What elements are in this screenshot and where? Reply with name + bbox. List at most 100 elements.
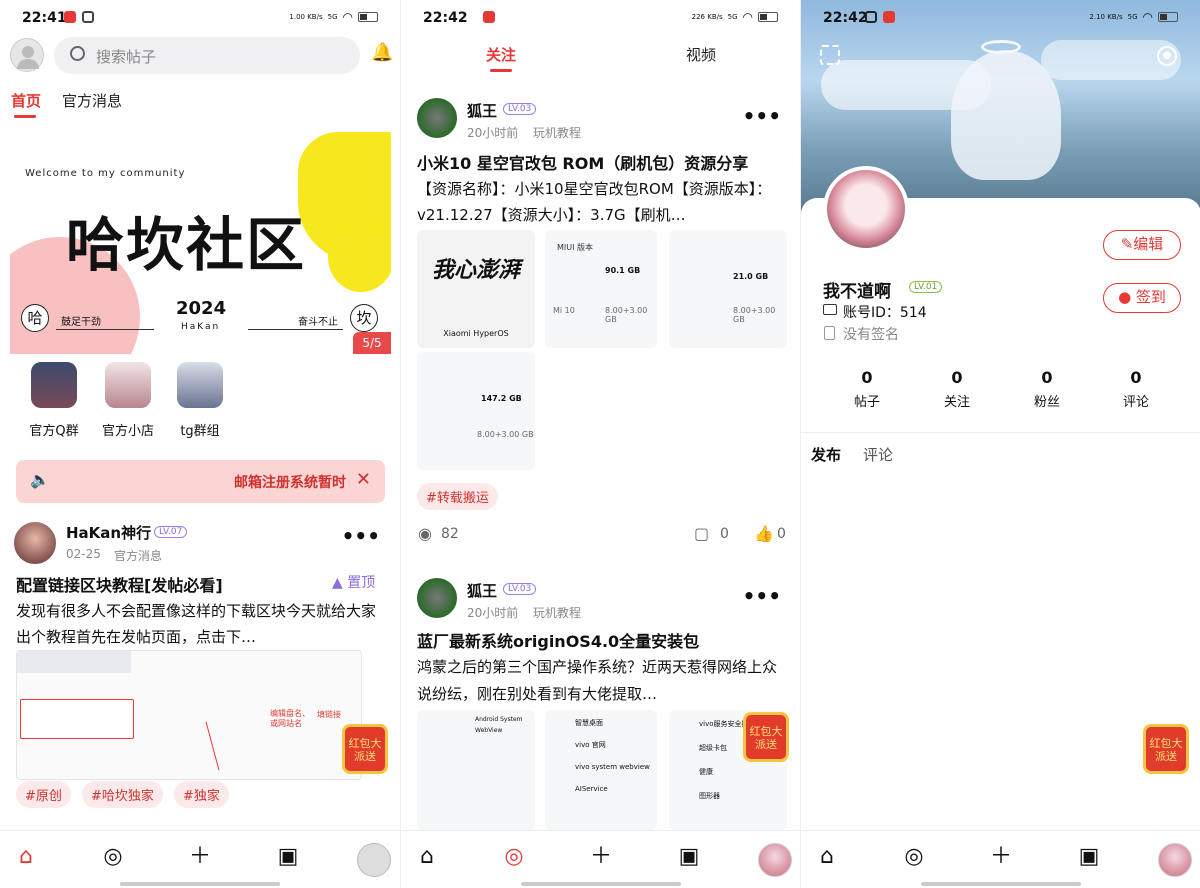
stat-fans[interactable]: 0 粉丝 xyxy=(1017,368,1077,410)
profile-avatar[interactable] xyxy=(823,166,909,252)
tab-official-news[interactable]: 官方消息 xyxy=(62,90,122,111)
tab-video[interactable]: 视频 xyxy=(686,44,716,65)
post-card[interactable]: 狐王 LV.03 20小时前 玩机教程 ••• 蓝厂最新系统originOS4.… xyxy=(401,572,800,830)
tab-comments[interactable]: 评论 xyxy=(863,444,893,465)
level-badge: LV.01 xyxy=(909,281,943,293)
more-icon[interactable]: ••• xyxy=(743,104,781,128)
post-title: 小米10 星空官改包 ROM（刷机包）资源分享 xyxy=(417,154,749,173)
bell-icon[interactable]: 🔔 xyxy=(371,42,393,63)
profile-tab-avatar[interactable] xyxy=(758,843,792,877)
user-avatar[interactable] xyxy=(10,38,44,72)
profile-tab-avatar[interactable] xyxy=(1158,843,1192,877)
username: 我不道啊 xyxy=(823,282,891,302)
search-icon xyxy=(70,46,85,61)
battery-icon xyxy=(758,12,778,22)
redpack-float[interactable]: 红包大派送 xyxy=(342,724,388,774)
discover-icon[interactable]: ◎ xyxy=(502,845,526,869)
banner-welcome: Welcome to my community xyxy=(25,168,186,179)
status-right: 226 KB/s 5G ◠ xyxy=(692,10,778,24)
author-name[interactable]: HaKan神行 xyxy=(66,522,151,543)
tag[interactable]: #转载搬运 xyxy=(417,483,498,510)
shortcut-qq-group[interactable]: 官方Q群 xyxy=(22,362,86,439)
more-icon[interactable]: ••• xyxy=(743,584,781,608)
wifi-icon: ◠ xyxy=(742,10,753,24)
discover-icon[interactable]: ◎ xyxy=(101,845,125,869)
image-thumb: 147.2 GB 8.00+3.00 GB xyxy=(417,352,535,470)
scan-icon[interactable] xyxy=(820,45,840,65)
post-card[interactable]: HaKan神行 LV.07 02-25 官方消息 ••• 配置链接区块教程[发帖… xyxy=(0,512,400,822)
status-bar: 22:41 1.00 KB/s 5G ◠ xyxy=(0,0,400,36)
comment-icon[interactable]: ▢ xyxy=(694,524,709,543)
bottom-tab-bar: ⌂ ◎ ＋ ▣ xyxy=(401,830,800,888)
redpack-float[interactable]: 红包大派送 xyxy=(743,712,789,762)
tab-published[interactable]: 发布 xyxy=(811,444,841,465)
checkin-button[interactable]: ● 签到 xyxy=(1103,283,1181,313)
gesture-handle xyxy=(521,882,681,886)
profile-tab-avatar[interactable] xyxy=(357,843,391,877)
views-icon: ◉ xyxy=(418,524,432,543)
stat-following[interactable]: 0 关注 xyxy=(927,368,987,410)
like-icon[interactable]: 👍 xyxy=(754,524,774,543)
author-avatar[interactable] xyxy=(415,96,459,140)
tag[interactable]: #独家 xyxy=(174,781,229,808)
add-icon[interactable]: ＋ xyxy=(989,845,1013,869)
settings-icon[interactable]: ● xyxy=(1157,46,1177,66)
add-icon[interactable]: ＋ xyxy=(188,845,212,869)
post-image-grid[interactable]: 我心澎湃 Xiaomi HyperOS MIUI 版本 90.1 GB 8.00… xyxy=(417,230,787,470)
app-list-item: AIService xyxy=(575,785,608,793)
shortcut-icon xyxy=(105,362,151,408)
stat-posts[interactable]: 0 帖子 xyxy=(837,368,897,410)
shortcut-tg-group[interactable]: tg群组 xyxy=(168,362,232,439)
home-icon[interactable]: ⌂ xyxy=(14,845,38,869)
net-type: 5G xyxy=(327,13,338,21)
stat-number: 0 xyxy=(861,368,873,387)
author-avatar[interactable] xyxy=(415,576,459,620)
comment-count: 0 xyxy=(720,526,729,542)
app-list-item: Android System WebView xyxy=(475,716,523,734)
app-list-item: vivo 官网 xyxy=(575,741,606,749)
calendar-icon[interactable]: ▣ xyxy=(276,845,300,869)
tag[interactable]: #哈坎独家 xyxy=(82,781,163,808)
post-image[interactable]: 编辑盘名、或网站名 填链接 xyxy=(16,650,362,780)
author-name[interactable]: 狐王 xyxy=(467,100,497,121)
home-icon[interactable]: ⌂ xyxy=(815,845,839,869)
calendar-icon[interactable]: ▣ xyxy=(677,845,701,869)
search-bar[interactable]: 搜索帖子 xyxy=(54,37,360,74)
img-note: 编辑盘名、或网站名 xyxy=(270,709,310,728)
author-name[interactable]: 狐王 xyxy=(467,580,497,601)
post-card[interactable]: 狐王 LV.03 20小时前 玩机教程 ••• 小米10 星空官改包 ROM（刷… xyxy=(401,90,800,550)
redpack-float[interactable]: 红包大派送 xyxy=(1143,724,1189,774)
shortcut-icon xyxy=(31,362,77,408)
discover-icon[interactable]: ◎ xyxy=(902,845,926,869)
banner-carousel[interactable]: Welcome to my community 哈坎社区 哈 鼓足干劲 2024… xyxy=(10,132,391,354)
tab-underline xyxy=(490,69,512,72)
shortcut-shop[interactable]: 官方小店 xyxy=(96,362,160,439)
banner-right-line xyxy=(248,329,343,330)
stat-label: 评论 xyxy=(1122,395,1149,410)
post-image-grid[interactable]: Android System WebView 智慧桌面 vivo 官网 vivo… xyxy=(417,710,787,830)
banner-title: 哈坎社区 xyxy=(66,211,307,279)
image-thumb: 21.0 GB 8.00+3.00 GB xyxy=(669,230,787,348)
close-icon[interactable]: ✕ xyxy=(356,469,371,490)
stat-comments[interactable]: 0 评论 xyxy=(1106,368,1166,410)
app-notification-icon xyxy=(64,11,76,23)
calendar-icon[interactable]: ▣ xyxy=(1077,845,1101,869)
tab-following[interactable]: 关注 xyxy=(486,44,516,65)
tag[interactable]: #原创 xyxy=(16,781,71,808)
level-badge: LV.03 xyxy=(503,583,537,595)
search-input[interactable]: 搜索帖子 xyxy=(96,46,156,67)
img-arrow xyxy=(205,721,220,771)
level-badge: LV.03 xyxy=(503,103,537,115)
wifi-icon: ◠ xyxy=(1142,10,1153,24)
profile-screen: 22:42 2.10 KB/s 5G ◠ ● ✎编辑 ● 签到 我不道啊 LV.01… xyxy=(800,0,1200,888)
redpack-label: 红包大派送 xyxy=(749,725,783,751)
home-icon[interactable]: ⌂ xyxy=(415,845,439,869)
post-category: 玩机教程 xyxy=(533,606,582,620)
author-avatar[interactable] xyxy=(12,520,58,566)
more-icon[interactable]: ••• xyxy=(342,524,380,548)
edit-button[interactable]: ✎编辑 xyxy=(1103,230,1181,260)
add-icon[interactable]: ＋ xyxy=(589,845,613,869)
tab-home[interactable]: 首页 xyxy=(11,90,41,111)
status-time: 22:41 xyxy=(22,10,67,26)
notice-bar[interactable]: 🔈 邮箱注册系统暂时 ✕ xyxy=(16,460,385,503)
